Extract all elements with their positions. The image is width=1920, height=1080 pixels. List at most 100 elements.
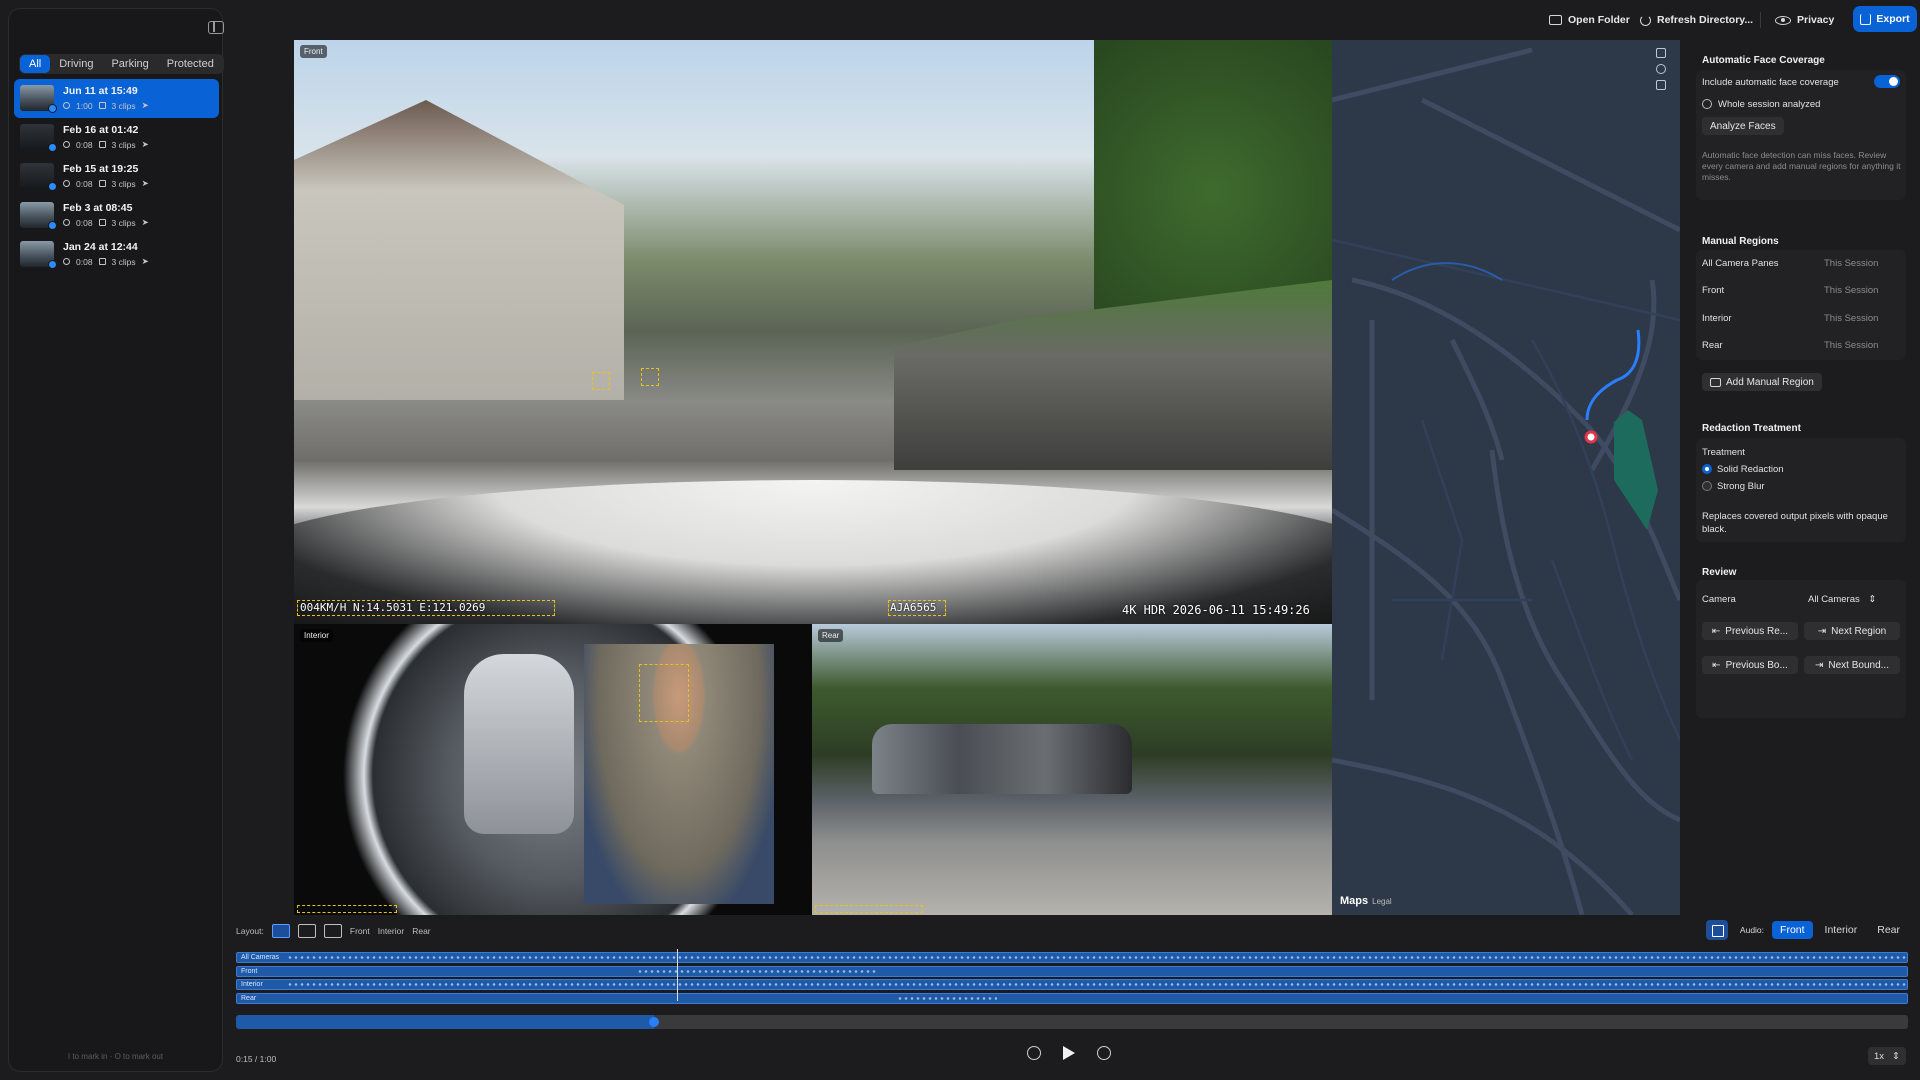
next-region-button[interactable]: ⇥ Next Region <box>1804 622 1900 640</box>
session-clips: 3 clips <box>111 256 136 267</box>
toolbar-divider <box>1760 12 1761 28</box>
export-button[interactable]: Export <box>1853 6 1917 32</box>
treatment-note: Replaces covered output pixels with opaq… <box>1702 511 1888 535</box>
skip-back-icon[interactable] <box>1027 1046 1041 1060</box>
track-label: Front <box>241 967 258 975</box>
layout-label: Layout: <box>236 926 264 936</box>
face-region-box[interactable] <box>592 372 610 390</box>
review-camera-select[interactable]: All Cameras ⇕ <box>1808 594 1876 605</box>
manual-row-value[interactable]: This Session <box>1824 285 1878 296</box>
list-item[interactable]: Feb 16 at 01:42 0:08 3 clips ➤ <box>14 118 219 157</box>
camera-badge-icon <box>48 260 57 269</box>
refresh-directory-button[interactable]: Refresh Directory... <box>1640 10 1753 30</box>
open-folder-button[interactable]: Open Folder <box>1549 10 1630 30</box>
list-item[interactable]: Jun 11 at 15:49 1:00 3 clips ➤ <box>14 79 219 118</box>
manual-row-value[interactable]: This Session <box>1824 313 1878 324</box>
manual-row-label: All Camera Panes <box>1702 258 1779 269</box>
layout-option-rear[interactable]: Rear <box>412 926 430 936</box>
clock-icon <box>63 180 70 187</box>
radio-unselected-icon <box>1702 481 1712 492</box>
clips-icon <box>98 141 106 148</box>
maps-logo: Maps Legal <box>1340 895 1392 907</box>
map-toggle-button[interactable] <box>1705 920 1728 940</box>
track-front[interactable]: Front <box>236 965 1908 977</box>
previous-boundary-button[interactable]: ⇤ Previous Bo... <box>1702 656 1798 674</box>
playback-speed-select[interactable]: 1x ⇕ <box>1868 1047 1906 1065</box>
audio-option-interior[interactable]: Interior <box>1817 921 1866 939</box>
interior-pane-label: Interior <box>300 629 333 642</box>
face-region-box[interactable] <box>641 368 659 386</box>
track-rear[interactable]: Rear <box>236 992 1908 1004</box>
maps-logo-text: Maps <box>1340 895 1369 907</box>
scrub-bar[interactable] <box>236 1015 1908 1029</box>
location-arrow-icon: ➤ <box>141 178 149 188</box>
manual-row-value[interactable]: This Session <box>1824 258 1878 269</box>
osd-region-box[interactable] <box>815 905 923 913</box>
session-filter-segmented: All Driving Parking Protected <box>19 54 224 74</box>
open-folder-label: Open Folder <box>1568 14 1630 26</box>
list-item[interactable]: Feb 3 at 08:45 0:08 3 clips ➤ <box>14 196 219 235</box>
privacy-button[interactable]: Privacy <box>1775 10 1834 30</box>
include-face-toggle[interactable] <box>1874 75 1900 88</box>
privacy-label: Privacy <box>1797 14 1835 26</box>
layout-option-front[interactable]: Front <box>350 926 370 936</box>
lock-icon[interactable] <box>1656 48 1666 58</box>
filter-protected[interactable]: Protected <box>158 55 223 73</box>
session-title: Feb 3 at 08:45 <box>63 202 133 214</box>
session-clips: 3 clips <box>111 139 136 150</box>
manual-row-label: Rear <box>1702 340 1723 351</box>
layout-grid-icon[interactable] <box>323 924 342 938</box>
folder-icon <box>1549 15 1562 25</box>
track-label: Interior <box>241 981 263 988</box>
treatment-option-solid[interactable]: Solid Redaction <box>1702 464 1784 475</box>
interior-camera-pane[interactable]: Interior <box>294 624 812 915</box>
play-icon[interactable] <box>1063 1046 1075 1060</box>
route-map[interactable]: Maps Legal <box>1332 40 1680 915</box>
add-manual-region-button[interactable]: Add Manual Region <box>1702 373 1822 391</box>
osd-region-box[interactable] <box>297 905 397 913</box>
scrub-progress <box>236 1015 654 1029</box>
layout-split-icon[interactable] <box>297 924 316 938</box>
toolbar: Open Folder Refresh Directory... Privacy… <box>230 0 1920 40</box>
skip-forward-icon[interactable] <box>1097 1046 1111 1060</box>
camera-badge-icon <box>48 143 57 152</box>
filter-parking[interactable]: Parking <box>102 55 157 73</box>
track-interior[interactable]: Interior <box>236 979 1908 990</box>
list-item[interactable]: Jan 24 at 12:44 0:08 3 clips ➤ <box>14 235 219 274</box>
analysis-status-text: Whole session analyzed <box>1718 99 1821 110</box>
audio-option-front[interactable]: Front <box>1772 921 1813 939</box>
next-boundary-button[interactable]: ⇥ Next Bound... <box>1804 656 1900 674</box>
session-list: Jun 11 at 15:49 1:00 3 clips ➤ Feb 16 at 0… <box>14 79 219 274</box>
video-grid[interactable]: 004KM/H N:14.5031 E:121.0269 AJA6565 4K … <box>294 40 1332 915</box>
maps-legal-link[interactable]: Legal <box>1372 897 1392 906</box>
layout-stack-icon[interactable] <box>271 924 290 938</box>
session-thumbnail <box>20 163 57 191</box>
treatment-option-blur[interactable]: Strong Blur <box>1702 481 1765 492</box>
compass-icon[interactable] <box>1656 64 1666 74</box>
step-back-icon: ⇤ <box>1712 659 1721 671</box>
face-region-box[interactable] <box>639 664 689 722</box>
sidebar-toggle-icon[interactable] <box>208 21 224 34</box>
filter-driving[interactable]: Driving <box>50 55 102 73</box>
session-sidebar: All Driving Parking Protected Jun 11 at … <box>8 8 224 1072</box>
review-card: Camera All Cameras ⇕ ⇤ Previous Re... ⇥ Ne… <box>1696 580 1906 718</box>
skip-forward-icon: ⇥ <box>1817 625 1827 637</box>
tag-icon[interactable] <box>1656 80 1666 90</box>
layout-option-interior[interactable]: Interior <box>378 926 404 936</box>
track-all-cameras[interactable]: All Cameras <box>236 952 1908 963</box>
manual-row-value[interactable]: This Session <box>1824 340 1878 351</box>
privacy-panel: Automatic Face Coverage Include automati… <box>1692 40 1920 920</box>
previous-region-button[interactable]: ⇤ Previous Re... <box>1702 622 1798 640</box>
scrub-handle[interactable] <box>649 1017 659 1027</box>
front-pane-label: Front <box>300 45 327 58</box>
playhead[interactable] <box>677 949 678 1001</box>
audio-option-rear[interactable]: Rear <box>1869 921 1908 939</box>
add-region-icon <box>1710 377 1721 387</box>
list-item[interactable]: Feb 15 at 19:25 0:08 3 clips ➤ <box>14 157 219 196</box>
rear-camera-pane[interactable]: Rear <box>812 624 1332 915</box>
manual-regions-card: All Camera Panes This Session Front This… <box>1696 250 1906 360</box>
front-camera-pane[interactable]: 004KM/H N:14.5031 E:121.0269 AJA6565 4K … <box>294 40 1332 624</box>
map-roads <box>1332 47 1680 915</box>
analyze-faces-button[interactable]: Analyze Faces <box>1702 117 1784 135</box>
filter-all[interactable]: All <box>20 55 51 73</box>
